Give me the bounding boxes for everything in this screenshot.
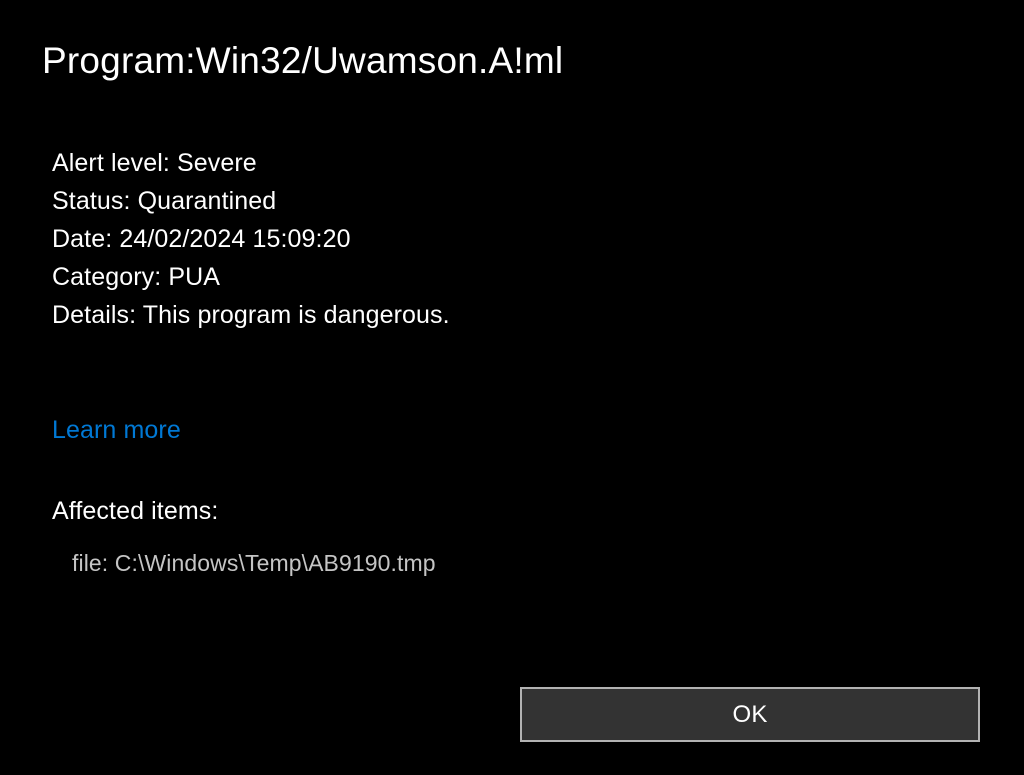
status-label: Status: <box>52 187 131 215</box>
details-label: Details: <box>52 301 136 329</box>
status-row: Status: Quarantined <box>52 182 982 220</box>
details-row: Details: This program is dangerous. <box>52 296 982 334</box>
date-row: Date: 24/02/2024 15:09:20 <box>52 220 982 258</box>
category-label: Category: <box>52 263 161 291</box>
alert-level-label: Alert level: <box>52 149 170 177</box>
alert-level-row: Alert level: Severe <box>52 144 982 182</box>
date-label: Date: <box>52 225 112 253</box>
date-value: 24/02/2024 15:09:20 <box>119 225 350 253</box>
ok-button[interactable]: OK <box>520 687 980 742</box>
category-row: Category: PUA <box>52 258 982 296</box>
button-row: OK <box>520 687 980 742</box>
affected-items-heading: Affected items: <box>52 497 982 526</box>
threat-details: Alert level: Severe Status: Quarantined … <box>42 144 982 334</box>
affected-item: file: C:\Windows\Temp\AB9190.tmp <box>72 550 982 577</box>
threat-title: Program:Win32/Uwamson.A!ml <box>42 40 982 82</box>
alert-level-value: Severe <box>177 149 257 177</box>
status-value: Quarantined <box>138 187 277 215</box>
learn-more-link[interactable]: Learn more <box>52 416 181 445</box>
category-value: PUA <box>168 263 220 291</box>
details-value: This program is dangerous. <box>143 301 450 329</box>
